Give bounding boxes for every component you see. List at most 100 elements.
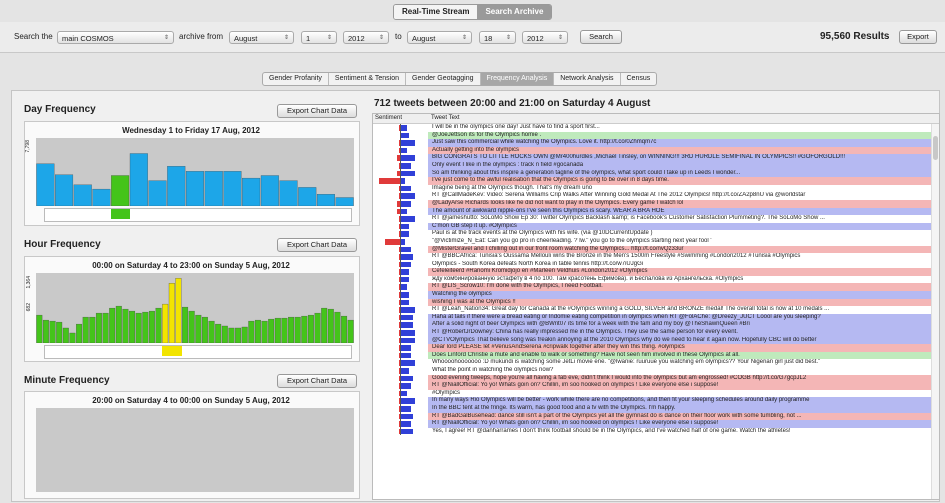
sentiment-axis [400,268,401,276]
tweet-table: Sentiment Tweet Text I will be in the ol… [372,113,940,500]
select-arrows-icon: ⇕ [163,35,169,41]
tweet-row[interactable]: The amount of awkward nipple-ons I've se… [373,207,939,216]
from-day-select[interactable]: 1 ⇕ [301,31,337,44]
sentiment-axis [400,237,401,246]
sentiment-cell [373,329,428,337]
tweet-row[interactable]: I will be in the olympics one day! Just … [373,124,939,132]
sentiment-cell [373,253,428,261]
column-sentiment[interactable]: Sentiment [375,114,402,123]
bar-14 [298,187,317,206]
tweet-row[interactable]: Does Linford Christie a mute and enable … [373,351,939,360]
tweet-row[interactable]: RT @LIS_Scrow10: I'm done with the Olymp… [373,283,939,292]
hour-range-slider[interactable] [44,345,352,359]
tab-census[interactable]: Census [621,73,657,85]
bar-9 [204,171,223,206]
tweet-row[interactable]: RT @NiallOfficial: Yo yo! Whats goin on?… [373,420,939,428]
day-export-chart-button[interactable]: Export Chart Data [277,104,357,118]
tweet-row[interactable]: RT @NiallOfficial: Yo yo! Whats goin on?… [373,382,939,390]
tweet-row[interactable]: BIG CONGRATS TO LITTLE ROCKS OWN @Mr400h… [373,154,939,162]
tweet-row[interactable]: Imagine being at the Olympics though. Th… [373,184,939,193]
sentiment-axis [400,260,401,269]
tweet-row[interactable]: Yes, I agree! RT @danharrames I don't th… [373,427,939,436]
tweet-row[interactable]: Only event I like in the olympics : trac… [373,161,939,170]
tweet-row[interactable]: Actually getting into the olympics [373,146,939,155]
search-button[interactable]: Search [580,30,622,44]
to-month-select[interactable]: August ⇕ [407,31,472,44]
tab-frequency-analysis[interactable]: Frequency Analysis [480,73,555,85]
tweet-row[interactable]: RT @CallMadeKev: Video: Serena Williams … [373,192,939,200]
tweet-row[interactable]: RT @Leah_Nation34: Great day for Canada … [373,306,939,314]
tweet-row[interactable]: Just saw this commercial while watching … [373,139,939,147]
tweet-row[interactable]: In the BBC tent at the fringe. Its warm,… [373,404,939,413]
positive-sentiment-bar [401,140,415,146]
sentiment-axis [400,139,401,147]
table-scrollbar[interactable] [931,124,939,499]
sentiment-axis [400,131,401,140]
column-tweet-text[interactable]: Tweet Text [431,114,460,123]
from-month-select[interactable]: August ⇕ [229,31,294,44]
tab-network-analysis[interactable]: Network Analysis [554,73,621,85]
hour-export-chart-button[interactable]: Export Chart Data [277,238,357,252]
scrollbar-thumb[interactable] [933,136,938,160]
export-button[interactable]: Export [899,30,937,44]
tweet-text: Haha at tails if there were a bread eati… [432,313,821,320]
hour-slider-selection[interactable] [161,346,182,356]
tweet-row[interactable]: RT @BBCAfrica: Tunisia's Oussama Melloul… [373,253,939,261]
to-year-select[interactable]: 2012 ⇕ [522,31,568,44]
day-slider-selection[interactable] [110,209,130,219]
archive-from-label: archive from [179,32,224,41]
tweet-row[interactable]: @JoeJettson its for the Olympics homie . [373,131,939,140]
bar-3 [92,188,111,206]
bar-8 [89,316,96,343]
tweet-row[interactable]: So am thinking about this inspire a gene… [373,169,939,178]
sentiment-axis [400,336,401,345]
sentiment-axis [400,192,401,200]
bar-5 [69,332,76,343]
tab-gender-profanity[interactable]: Gender Profanity [263,73,329,85]
tweet-row[interactable]: Olympics - South Korea defeats North Kor… [373,260,939,269]
tweet-row[interactable]: RT @jameshutto: SoLoMo Show Ep 30: Twitt… [373,215,939,223]
archive-select[interactable]: main COSMOS ⇕ [57,31,174,44]
bar-16 [142,311,149,343]
tweet-row[interactable]: Paul is at the track events at the Olymp… [373,230,939,238]
bar-43 [321,307,328,343]
bar-6 [148,180,167,206]
tweet-row[interactable]: Haha at tails if there were a bread eati… [373,313,939,322]
tweet-row[interactable]: C'mon GB step it up. #Olympics [373,222,939,231]
tweet-row[interactable]: жду комбинированную эстафету в 4 по 100.… [373,275,939,284]
tweet-row[interactable]: @MisterGravel and I chilling out in our … [373,245,939,254]
mode-search-archive[interactable]: Search Archive [477,5,552,19]
tweet-row[interactable]: Dear lord PLEASE let #VenusAndSerena #cr… [373,344,939,352]
sentiment-cell [373,291,428,299]
to-day-select[interactable]: 18 ⇕ [479,31,516,44]
minute-frequency-title: Minute Frequency [24,375,110,386]
minute-export-chart-button[interactable]: Export Chart Data [277,374,357,388]
hour-frequency-chart [36,273,354,343]
tweet-row[interactable]: @LadyArse Richards looks like he did not… [373,199,939,208]
day-range-slider[interactable] [44,208,352,222]
tweet-row[interactable]: Cefeleiteerd #Ranomi Kromidjojo en #Marl… [373,268,939,276]
tab-sentiment-tension[interactable]: Sentiment & Tension [329,73,406,85]
sentiment-cell [373,382,428,390]
tweet-row[interactable]: Good evening tweeps, hope you're all hav… [373,374,939,383]
tweet-row[interactable]: What the point in watching the olympics … [373,367,939,375]
tweet-row[interactable]: #Olympics [373,389,939,398]
tweet-row[interactable]: wishing I was at the Olympics !! [373,298,939,307]
tweet-row[interactable]: RT @BadGalBusehead: dance still isn't a … [373,412,939,421]
from-year-select[interactable]: 2012 ⇕ [343,31,389,44]
tweet-row[interactable]: I've just come to the awful realisation … [373,177,939,185]
sentiment-cell [373,222,428,231]
tweet-row[interactable]: Watching the olympics [373,291,939,299]
tweet-row[interactable]: After a solid night of beer Olympics wit… [373,321,939,330]
tweet-row[interactable]: RT @RobertJrDowney: China has really imp… [373,329,939,337]
bar-2 [73,184,92,206]
tweet-row[interactable]: "@Victimize_N_Eat: Can you go pro in che… [373,237,939,246]
tweet-row[interactable]: In many ways Rio Olympics will be better… [373,397,939,405]
tweet-row[interactable]: Whoooohooooooo :D mukundi is watching so… [373,359,939,367]
mode-realtime-stream[interactable]: Real-Time Stream [394,5,478,19]
tweet-row[interactable]: @CTVOlympics That believe song was freak… [373,336,939,345]
tweet-text: @CTVOlympics That believe song was freak… [432,336,817,343]
to-label: to [395,32,402,41]
tab-gender-geotagging[interactable]: Gender Geotagging [406,73,481,85]
bar-4 [62,327,69,343]
